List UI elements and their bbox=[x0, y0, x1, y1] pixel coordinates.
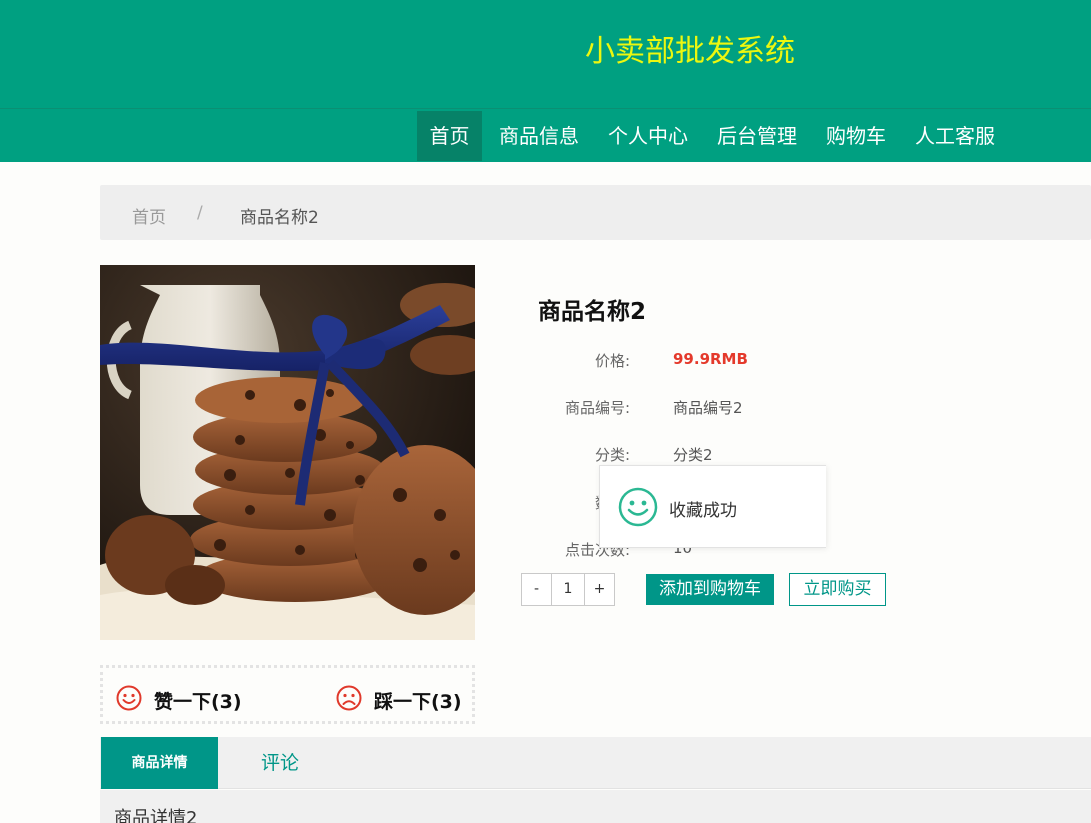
buy-now-button[interactable]: 立即购买 bbox=[789, 573, 886, 606]
tab-product-detail[interactable]: 商品详情 bbox=[101, 737, 218, 789]
nav-item-products[interactable]: 商品信息 bbox=[490, 111, 588, 161]
vote-box: 赞一下(3) 踩一下(3) bbox=[100, 665, 475, 724]
price-label: 价格: bbox=[594, 352, 630, 370]
detail-text: 商品详情2 bbox=[114, 808, 198, 823]
site-title: 小卖部批发系统 bbox=[585, 34, 795, 69]
site-header: 小卖部批发系统 bbox=[0, 0, 1091, 108]
nav-item-admin[interactable]: 后台管理 bbox=[708, 111, 806, 161]
breadcrumb-current: 商品名称2 bbox=[240, 208, 319, 228]
smile-icon[interactable] bbox=[116, 685, 142, 711]
nav-item-cart[interactable]: 购物车 bbox=[817, 111, 895, 161]
price-value: 99.9RMB bbox=[673, 350, 748, 368]
cookies-photo-icon bbox=[100, 265, 475, 640]
quantity-decrease-button[interactable]: - bbox=[521, 573, 552, 606]
product-image bbox=[100, 265, 475, 640]
smile-icon bbox=[618, 487, 658, 527]
main-nav: 首页 商品信息 个人中心 后台管理 购物车 人工客服 bbox=[0, 108, 1091, 162]
like-button[interactable]: 赞一下(3) bbox=[154, 687, 242, 714]
product-code-value: 商品编号2 bbox=[673, 399, 743, 417]
breadcrumb: 首页 / 商品名称2 bbox=[100, 185, 1091, 240]
detail-panel: 商品详情2 bbox=[100, 790, 1091, 823]
nav-item-home[interactable]: 首页 bbox=[417, 111, 482, 161]
favorite-success-toast: 收藏成功 bbox=[599, 465, 826, 548]
quantity-increase-button[interactable]: + bbox=[584, 573, 615, 606]
nav-item-profile[interactable]: 个人中心 bbox=[599, 111, 697, 161]
category-value: 分类2 bbox=[673, 446, 713, 464]
toast-message: 收藏成功 bbox=[669, 501, 737, 521]
tab-comments[interactable]: 评论 bbox=[240, 737, 320, 789]
nav-item-support[interactable]: 人工客服 bbox=[906, 111, 1004, 161]
quantity-input[interactable]: 1 bbox=[552, 573, 584, 606]
breadcrumb-home-link[interactable]: 首页 bbox=[132, 203, 166, 228]
dislike-button[interactable]: 踩一下(3) bbox=[374, 687, 462, 714]
detail-tabs: 商品详情 评论 bbox=[100, 737, 1091, 789]
add-to-cart-button[interactable]: 添加到购物车 bbox=[646, 574, 774, 605]
product-code-label: 商品编号: bbox=[564, 399, 630, 417]
breadcrumb-separator: / bbox=[197, 203, 203, 223]
product-title: 商品名称2 bbox=[538, 299, 647, 325]
frown-icon[interactable] bbox=[336, 685, 362, 711]
category-label: 分类: bbox=[594, 446, 630, 464]
